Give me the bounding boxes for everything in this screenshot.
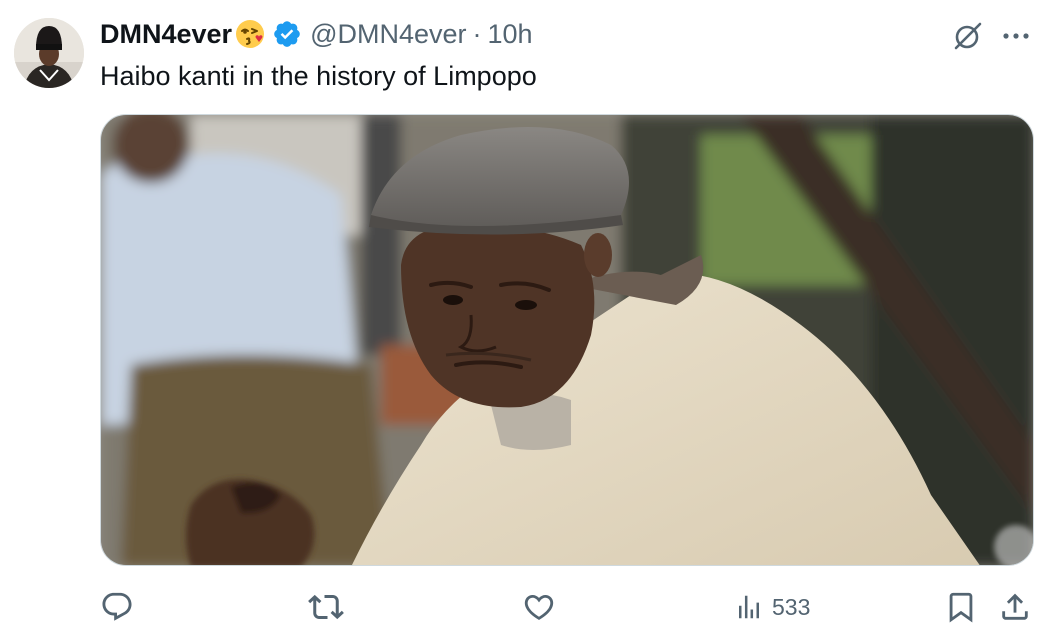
heart-icon (522, 590, 556, 624)
bookmark-button[interactable] (944, 586, 978, 628)
reply-button[interactable] (100, 586, 134, 628)
share-icon (998, 590, 1032, 624)
tweet-card[interactable]: DMN4ever @DMN4ever · 10h Haibo kanti in … (0, 0, 1052, 634)
tweet-media-photo[interactable] (100, 114, 1034, 566)
timestamp[interactable]: 10h (488, 19, 533, 50)
kissing-face-icon (234, 18, 266, 50)
user-handle[interactable]: @DMN4ever (310, 19, 466, 50)
retweet-button[interactable] (308, 586, 344, 628)
views-count: 533 (772, 593, 811, 620)
grok-icon[interactable] (950, 18, 986, 54)
more-icon[interactable] (998, 18, 1034, 54)
tweet-header: DMN4ever @DMN4ever · 10h (100, 16, 533, 52)
display-name[interactable]: DMN4ever (100, 19, 232, 50)
action-bar: 533 (0, 586, 1052, 628)
share-button[interactable] (998, 586, 1032, 628)
verified-badge-icon[interactable] (272, 19, 302, 49)
like-button[interactable] (522, 586, 556, 628)
bar-chart-icon (734, 592, 764, 622)
tweet-text: Haibo kanti in the history of Limpopo (100, 61, 537, 91)
bookmark-icon (944, 590, 978, 624)
views-button[interactable]: 533 (734, 586, 810, 628)
retweet-icon (308, 589, 344, 625)
separator-dot: · (472, 18, 482, 49)
reply-icon (100, 590, 134, 624)
avatar[interactable] (14, 18, 84, 88)
